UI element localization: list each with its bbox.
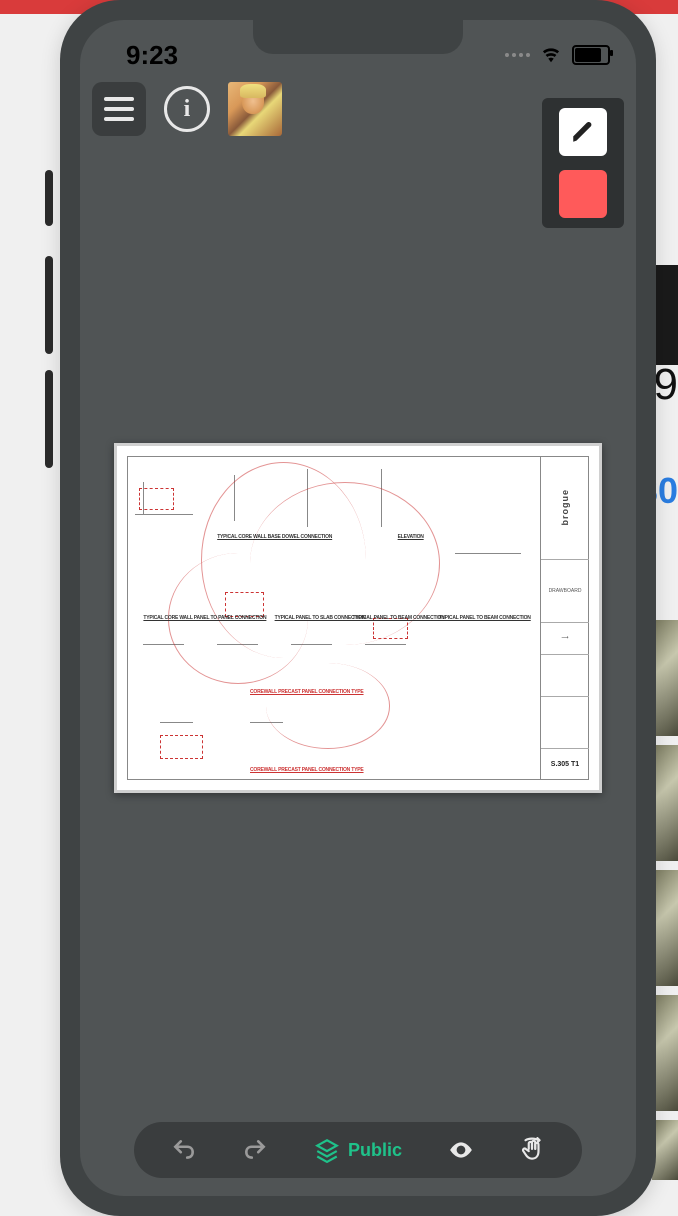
sheet-number: S.305 T1	[551, 761, 579, 768]
drawing-sheet[interactable]: brogue DRAWBOARD ⟶ S.305 T1	[114, 443, 602, 793]
device-notch	[253, 20, 463, 54]
layers-icon	[314, 1137, 340, 1163]
device-screen: 9:23 i br	[80, 20, 636, 1196]
detail-label: TYPICAL PANEL TO BEAM CONNECTION	[439, 615, 531, 621]
detail-label: TYPICAL PANEL TO BEAM CONNECTION	[353, 615, 445, 621]
tool-palette	[542, 98, 624, 228]
bg-device-button	[45, 370, 53, 468]
detail-label: TYPICAL CORE WALL PANEL TO PANEL CONNECT…	[143, 615, 266, 621]
eye-icon	[448, 1137, 474, 1163]
detail-label: ELEVATION	[398, 534, 424, 540]
titleblock-logo: brogue	[560, 489, 570, 526]
bg-device-button	[45, 256, 53, 354]
layers-public-button[interactable]: Public	[314, 1137, 402, 1163]
top-toolbar: i	[92, 82, 282, 136]
bottom-toolbar: Public	[134, 1122, 582, 1178]
undo-icon	[171, 1137, 197, 1163]
info-icon: i	[164, 86, 210, 132]
undo-button[interactable]	[171, 1137, 197, 1163]
detail-label: COREWALL PRECAST PANEL CONNECTION TYPE	[250, 767, 364, 773]
titleblock-board: DRAWBOARD	[549, 588, 582, 594]
hamburger-icon	[104, 97, 134, 121]
visibility-button[interactable]	[448, 1137, 474, 1163]
bg-device-button	[45, 170, 53, 226]
device-frame: 9:23 i br	[60, 0, 656, 1216]
battery-icon	[572, 45, 610, 65]
title-block: brogue DRAWBOARD ⟶ S.305 T1	[540, 456, 589, 780]
avatar[interactable]	[228, 82, 282, 136]
menu-button[interactable]	[92, 82, 146, 136]
detail-drawings: TYPICAL CORE WALL BASE DOWEL CONNECTION …	[127, 456, 537, 780]
redo-icon	[242, 1137, 268, 1163]
pen-icon	[570, 119, 596, 145]
gesture-button[interactable]	[519, 1137, 545, 1163]
info-button[interactable]: i	[160, 82, 214, 136]
color-swatch-button[interactable]	[559, 170, 607, 218]
wifi-icon	[540, 46, 562, 64]
status-time: 9:23	[126, 40, 178, 71]
status-dots-icon	[505, 53, 530, 57]
bg-partial-text: 9	[654, 360, 678, 410]
public-label: Public	[348, 1140, 402, 1161]
detail-label: TYPICAL CORE WALL BASE DOWEL CONNECTION	[217, 534, 332, 540]
redo-button[interactable]	[242, 1137, 268, 1163]
detail-label: COREWALL PRECAST PANEL CONNECTION TYPE	[250, 689, 364, 695]
pen-tool-button[interactable]	[559, 108, 607, 156]
hand-swipe-icon	[519, 1137, 545, 1163]
